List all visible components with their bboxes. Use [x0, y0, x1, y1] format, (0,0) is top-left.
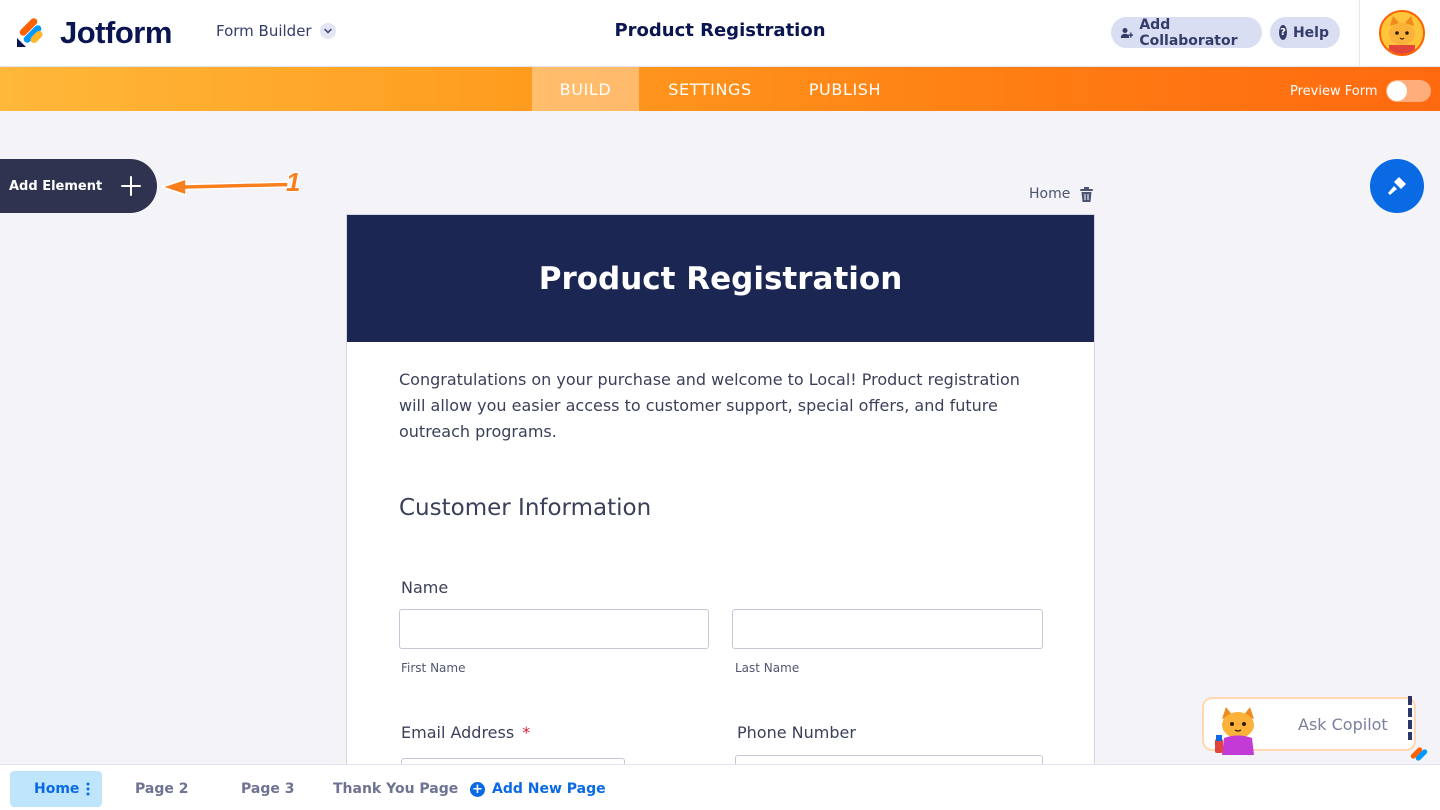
trash-icon[interactable]: [1080, 186, 1094, 202]
paint-roller-icon: [1388, 177, 1406, 195]
help-icon: ?: [1279, 25, 1287, 40]
ask-copilot-button[interactable]: Ask Copilot: [1202, 697, 1416, 755]
tab-publish[interactable]: PUBLISH: [795, 67, 895, 111]
last-name-input[interactable]: [732, 609, 1043, 649]
email-field-label: Email Address *: [401, 723, 530, 742]
avatar[interactable]: [1379, 10, 1425, 56]
header-divider: [1359, 0, 1360, 67]
plus-circle-icon: +: [470, 781, 485, 797]
add-collaborator-button[interactable]: Add Collaborator: [1111, 16, 1262, 49]
copilot-cat-icon: [1215, 707, 1254, 755]
add-user-icon: [1120, 27, 1134, 38]
required-marker: *: [522, 723, 531, 742]
toggle-knob: [1387, 81, 1408, 101]
form-header-title: Product Registration: [538, 260, 903, 297]
page-tab-thank-you[interactable]: Thank You Page: [333, 775, 458, 803]
add-collaborator-label: Add Collaborator: [1139, 16, 1238, 49]
add-new-page-label: Add New Page: [492, 781, 606, 797]
top-header: Jotform Form Builder Product Registratio…: [0, 0, 1440, 67]
plus-icon: [121, 176, 141, 196]
annotation-callout: 1: [160, 167, 310, 208]
section-heading[interactable]: Customer Information: [399, 495, 651, 521]
jotform-logo[interactable]: Jotform: [16, 15, 172, 51]
page-tab-home[interactable]: Home: [10, 771, 102, 807]
form-header[interactable]: Product Registration: [347, 215, 1094, 342]
tab-build[interactable]: BUILD: [532, 67, 639, 111]
ask-copilot-label: Ask Copilot: [1298, 715, 1388, 734]
preview-form-control: Preview Form: [1290, 80, 1432, 102]
page-name-indicator: Home: [1029, 186, 1094, 202]
add-element-label: Add Element: [9, 178, 103, 194]
preview-form-label: Preview Form: [1290, 83, 1378, 99]
form-builder-label: Form Builder: [216, 22, 312, 40]
last-name-sublabel: Last Name: [735, 661, 800, 675]
form-description[interactable]: Congratulations on your purchase and wel…: [399, 367, 1039, 445]
add-element-button[interactable]: Add Element: [0, 159, 157, 213]
first-name-sublabel: First Name: [401, 661, 466, 675]
tab-settings[interactable]: SETTINGS: [655, 67, 765, 111]
name-field-label: Name: [401, 578, 449, 597]
page-tabs-bar: Home Page 2 Page 3 Thank You Page + Add …: [0, 764, 1440, 810]
chevron-down-icon: [319, 23, 336, 39]
brand-name: Jotform: [60, 15, 172, 50]
more-options-icon[interactable]: [86, 782, 90, 796]
first-name-input[interactable]: [399, 609, 709, 649]
form-designer-button[interactable]: [1370, 159, 1424, 213]
jotform-logo-icon: [17, 18, 43, 47]
help-label: Help: [1292, 24, 1329, 41]
jotform-watermark-icon: [1408, 696, 1428, 761]
cat-avatar-icon: [1381, 12, 1423, 54]
help-button[interactable]: ? Help: [1270, 17, 1340, 48]
form-builder-dropdown[interactable]: Form Builder: [216, 22, 336, 40]
page-tab-page-2[interactable]: Page 2: [135, 775, 188, 803]
annotation-number: 1: [286, 167, 301, 197]
page-tab-home-label: Home: [34, 781, 80, 797]
add-new-page-button[interactable]: + Add New Page: [470, 775, 606, 803]
form-canvas: Product Registration Congratulations on …: [346, 214, 1095, 798]
page-tab-page-3[interactable]: Page 3: [241, 775, 294, 803]
header-form-title[interactable]: Product Registration: [614, 20, 825, 41]
phone-field-label: Phone Number: [737, 723, 856, 742]
page-name-label: Home: [1029, 186, 1071, 202]
email-label-text: Email Address: [401, 723, 515, 742]
builder-nav-bar: BUILD SETTINGS PUBLISH Preview Form: [0, 67, 1440, 111]
preview-form-toggle[interactable]: [1386, 80, 1432, 102]
